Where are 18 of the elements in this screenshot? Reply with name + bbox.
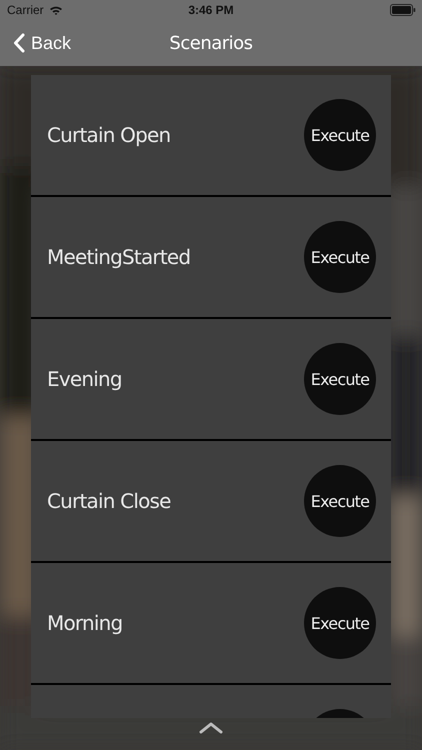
scenario-name: Curtain Close — [47, 489, 171, 513]
execute-button[interactable]: Execute — [304, 343, 376, 415]
carrier-name: Carrier — [7, 3, 44, 17]
scenario-name: MeetingStarted — [47, 245, 190, 269]
scenario-name: Evening — [47, 367, 122, 391]
execute-button[interactable]: Execute — [304, 465, 376, 537]
scenario-name: Morning — [47, 611, 122, 635]
execute-button[interactable]: Execute — [304, 221, 376, 293]
chevron-up-icon[interactable] — [198, 721, 224, 735]
chevron-left-icon — [13, 33, 25, 53]
nav-title: Scenarios — [169, 32, 253, 54]
status-time: 3:46 PM — [188, 3, 234, 17]
execute-button[interactable]: Execute — [304, 99, 376, 171]
battery-icon — [390, 4, 416, 16]
wifi-icon — [48, 4, 63, 16]
scenario-name: Curtain Open — [47, 123, 170, 147]
back-button[interactable]: Back — [0, 32, 72, 54]
execute-button[interactable]: Execute — [304, 587, 376, 659]
